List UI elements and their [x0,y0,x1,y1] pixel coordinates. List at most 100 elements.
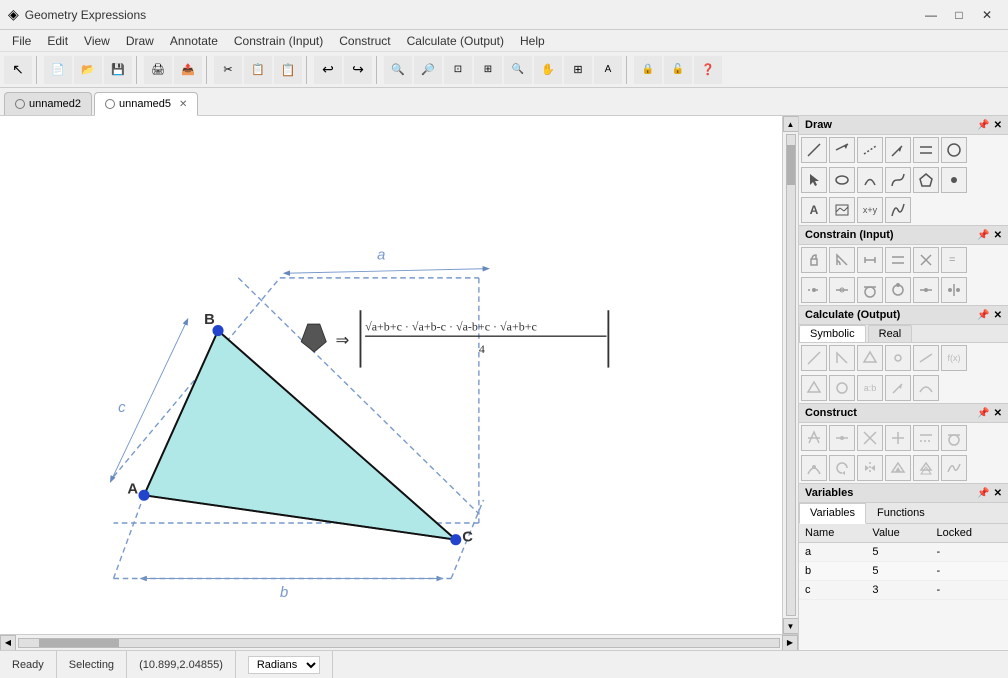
tab-close-unnamed5[interactable]: ✕ [179,99,187,110]
construct-parallel[interactable] [913,425,939,451]
var-value-b[interactable]: 5 [866,562,930,581]
calc-coord-tool[interactable] [885,345,911,371]
constrain-midpoint[interactable] [829,277,855,303]
scroll-down-button[interactable]: ▼ [783,618,799,634]
draw-image-tool[interactable] [829,197,855,223]
toolbar-cut[interactable]: ✂ [214,56,242,84]
scroll-right-button[interactable]: ▶ [782,635,798,651]
calc-tab-real[interactable]: Real [868,325,913,342]
constrain-equal-length[interactable]: = [941,247,967,273]
menu-view[interactable]: View [76,32,118,50]
toolbar-print[interactable]: 🖨 [144,56,172,84]
construct-tangent[interactable] [941,425,967,451]
draw-formula-tool[interactable]: x+y [857,197,883,223]
draw-segment-tool[interactable] [857,137,883,163]
calculate-close-icon[interactable]: ✕ [994,310,1002,321]
calc-circumference-tool[interactable] [829,375,855,401]
var-value-c[interactable]: 3 [866,581,930,600]
var-value-a[interactable]: 5 [866,543,930,562]
toolbar-zoom-fit[interactable]: ⊡ [444,56,472,84]
draw-bezier-tool[interactable] [885,167,911,193]
maximize-button[interactable]: □ [946,4,972,26]
toolbar-grid[interactable]: ⊞ [564,56,592,84]
draw-polygon-tool[interactable] [913,167,939,193]
toolbar-redo[interactable]: ↪ [344,56,372,84]
construct-point-on-object[interactable] [801,455,827,481]
calc-perimeter-tool[interactable] [801,375,827,401]
draw-circle-tool[interactable] [941,137,967,163]
constrain-pin-icon[interactable]: 📌 [977,230,989,241]
toolbar-pan[interactable]: ✋ [534,56,562,84]
construct-pin-icon[interactable]: 📌 [977,408,989,419]
draw-ellipse-tool[interactable] [829,167,855,193]
calc-locus-tool[interactable] [913,375,939,401]
toolbar-export[interactable]: 📤 [174,56,202,84]
construct-bisector[interactable] [801,425,827,451]
calc-ratio-tool[interactable]: a:b [857,375,883,401]
close-button[interactable]: ✕ [974,4,1000,26]
constrain-parallel-lines[interactable] [885,247,911,273]
draw-parallel-tool[interactable] [913,137,939,163]
calc-equation-tool[interactable]: f(x) [941,345,967,371]
menu-calculate[interactable]: Calculate (Output) [399,32,512,50]
constrain-fix-distance[interactable] [857,247,883,273]
toolbar-copy[interactable]: 📋 [244,56,272,84]
variables-pin-icon[interactable]: 📌 [977,488,989,499]
calc-slope-tool[interactable] [913,345,939,371]
construct-scale[interactable] [885,455,911,481]
toolbar-zoom-box[interactable]: ⊞ [474,56,502,84]
scroll-thumb-horizontal[interactable] [39,639,119,647]
draw-text-tool[interactable]: A [801,197,827,223]
variables-close-icon[interactable]: ✕ [994,488,1002,499]
constrain-fix-angle[interactable] [829,247,855,273]
constrain-perpendicular[interactable] [913,247,939,273]
tab-unnamed5[interactable]: unnamed5 ✕ [94,92,198,116]
scroll-thumb-vertical[interactable] [787,145,795,185]
menu-edit[interactable]: Edit [39,32,76,50]
menu-draw[interactable]: Draw [118,32,162,50]
calc-length-tool[interactable] [801,345,827,371]
toolbar-lock[interactable]: 🔒 [634,56,662,84]
construct-perpendicular-bisector[interactable] [885,425,911,451]
construct-translate[interactable] [913,455,939,481]
construct-close-icon[interactable]: ✕ [994,408,1002,419]
menu-file[interactable]: File [4,32,39,50]
construct-intersection[interactable] [857,425,883,451]
toolbar-zoom-sel[interactable]: 🔍 [504,56,532,84]
tab-unnamed2[interactable]: unnamed2 [4,92,92,115]
draw-line-tool[interactable] [801,137,827,163]
angle-unit-select[interactable]: Radians Degrees [248,656,320,674]
draw-vector-tool[interactable] [885,137,911,163]
toolbar-undo[interactable]: ↩ [314,56,342,84]
menu-help[interactable]: Help [512,32,553,50]
constrain-on-circle[interactable] [885,277,911,303]
draw-select-tool[interactable] [801,167,827,193]
constrain-close-icon[interactable]: ✕ [994,230,1002,241]
toolbar-zoom-out[interactable]: 🔎 [414,56,442,84]
toolbar-unlock[interactable]: 🔓 [664,56,692,84]
scroll-up-button[interactable]: ▲ [783,116,799,132]
toolbar-paste[interactable]: 📋 [274,56,302,84]
calc-vector-tool[interactable] [885,375,911,401]
construct-locus[interactable] [941,455,967,481]
toolbar-new[interactable]: 📄 [44,56,72,84]
scroll-left-button[interactable]: ◀ [0,635,16,651]
menu-constrain[interactable]: Constrain (Input) [226,32,331,50]
calc-tab-symbolic[interactable]: Symbolic [799,325,866,342]
menu-construct[interactable]: Construct [331,32,398,50]
var-tab-functions[interactable]: Functions [866,503,936,523]
toolbar-zoom-in[interactable]: 🔍 [384,56,412,84]
calc-area-tool[interactable] [857,345,883,371]
toolbar-help[interactable]: ❓ [694,56,722,84]
draw-close-icon[interactable]: ✕ [994,120,1002,131]
construct-rotate[interactable] [829,455,855,481]
draw-pin-icon[interactable]: 📌 [977,120,989,131]
construct-reflect[interactable] [857,455,883,481]
calc-angle-tool[interactable] [829,345,855,371]
constrain-collinear[interactable] [801,277,827,303]
geometry-canvas[interactable]: a b c [0,116,782,634]
draw-point-tool[interactable] [941,167,967,193]
constrain-tangent[interactable] [857,277,883,303]
toolbar-save[interactable]: 💾 [104,56,132,84]
draw-arc-tool[interactable] [857,167,883,193]
